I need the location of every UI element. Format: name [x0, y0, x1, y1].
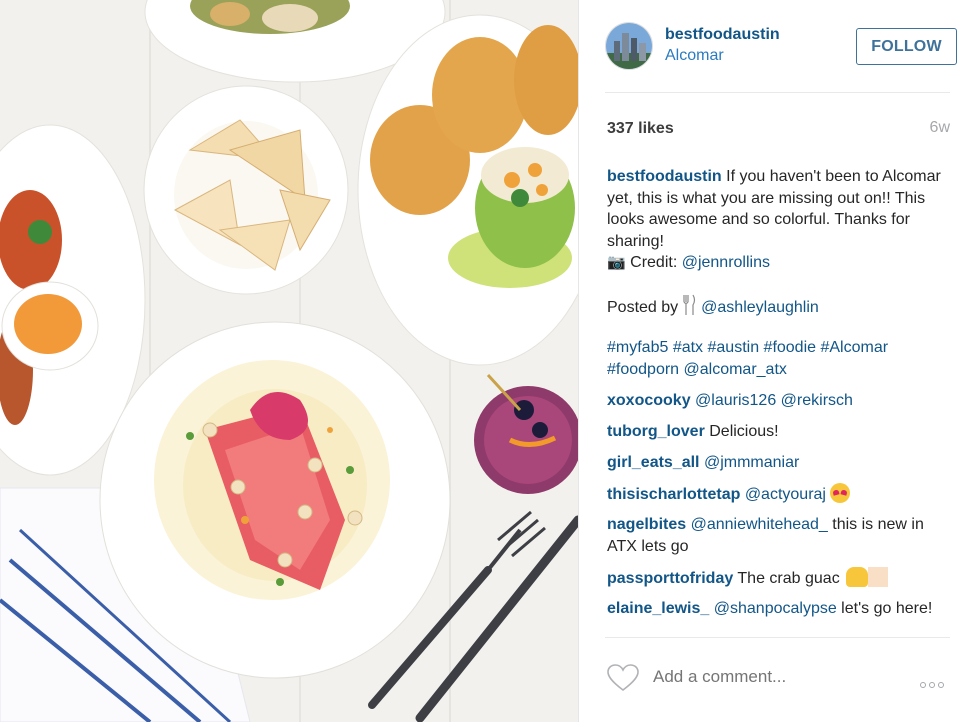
raised-hands-emoji-icon	[846, 567, 869, 587]
comment-username[interactable]: tuborg_lover	[607, 423, 705, 440]
credit-label: Credit:	[625, 254, 682, 271]
post-age: 6w	[929, 119, 950, 136]
comment-mention[interactable]: @lauris126 @rekirsch	[695, 392, 853, 409]
fork-knife-icon	[683, 294, 696, 315]
posted-by-label: Posted by	[607, 299, 679, 316]
comment-mention[interactable]: @jmmmaniar	[704, 454, 799, 471]
city-skyline-avatar-icon	[606, 23, 652, 69]
skin-tone-emoji-icon	[868, 567, 889, 587]
divider	[605, 92, 950, 93]
post-header: bestfoodaustin Alcomar FOLLOW	[605, 20, 957, 76]
comment-item: elaine_lewis_ @shanpocalypse let's go he…	[607, 598, 957, 620]
like-count[interactable]: 337 likes	[607, 120, 674, 138]
posted-by-handle[interactable]: @ashleylaughlin	[701, 299, 819, 316]
post-details-panel: bestfoodaustin Alcomar FOLLOW 337 likes …	[578, 0, 980, 722]
food-photo-illustration	[0, 0, 578, 722]
comment-username[interactable]: passporttofriday	[607, 570, 733, 587]
hashtags[interactable]: #myfab5 #atx #austin #foodie #Alcomar #f…	[607, 337, 952, 380]
heart-outline-icon[interactable]	[607, 664, 639, 692]
divider	[605, 637, 950, 638]
comment-item: passporttofriday The crab guac	[607, 567, 957, 590]
comment-item: xoxocooky @lauris126 @rekirsch	[607, 390, 957, 412]
instagram-post-window: bestfoodaustin Alcomar FOLLOW 337 likes …	[0, 0, 980, 722]
comment-mention[interactable]: @actyouraj	[745, 486, 826, 503]
comment-username[interactable]: nagelbites	[607, 516, 686, 533]
camera-emoji: 📷	[607, 254, 626, 271]
post-photo[interactable]	[0, 0, 578, 722]
comment-username[interactable]: girl_eats_all	[607, 454, 700, 471]
post-username[interactable]: bestfoodaustin	[665, 26, 780, 44]
heart-eyes-emoji-icon	[830, 483, 851, 503]
more-options-icon[interactable]	[920, 675, 950, 688]
post-location[interactable]: Alcomar	[665, 47, 724, 65]
comment-input[interactable]	[653, 667, 903, 687]
comment-username[interactable]: thisischarlottetap	[607, 486, 740, 503]
comment-mention[interactable]: @anniewhitehead_	[691, 516, 828, 533]
comment-text: Delicious!	[704, 423, 779, 440]
comment-item: tuborg_lover Delicious!	[607, 421, 957, 443]
comment-username[interactable]: elaine_lewis_	[607, 600, 709, 617]
follow-button[interactable]: FOLLOW	[856, 28, 957, 65]
comment-text: let's go here!	[836, 600, 933, 617]
posted-by-line: Posted by @ashleylaughlin	[607, 294, 952, 319]
comment-item: thisischarlottetap @actyouraj	[607, 483, 957, 506]
comment-username[interactable]: xoxocooky	[607, 392, 691, 409]
comment-mention[interactable]: @shanpocalypse	[714, 600, 837, 617]
credit-handle[interactable]: @jennrollins	[682, 254, 770, 271]
avatar[interactable]	[605, 22, 653, 70]
comment-text: The crab guac	[733, 570, 845, 587]
caption: bestfoodaustin If you haven't been to Al…	[607, 166, 952, 274]
comment-item: girl_eats_all @jmmmaniar	[607, 452, 957, 474]
caption-username[interactable]: bestfoodaustin	[607, 168, 722, 185]
comment-item: nagelbites @anniewhitehead_ this is new …	[607, 514, 957, 558]
